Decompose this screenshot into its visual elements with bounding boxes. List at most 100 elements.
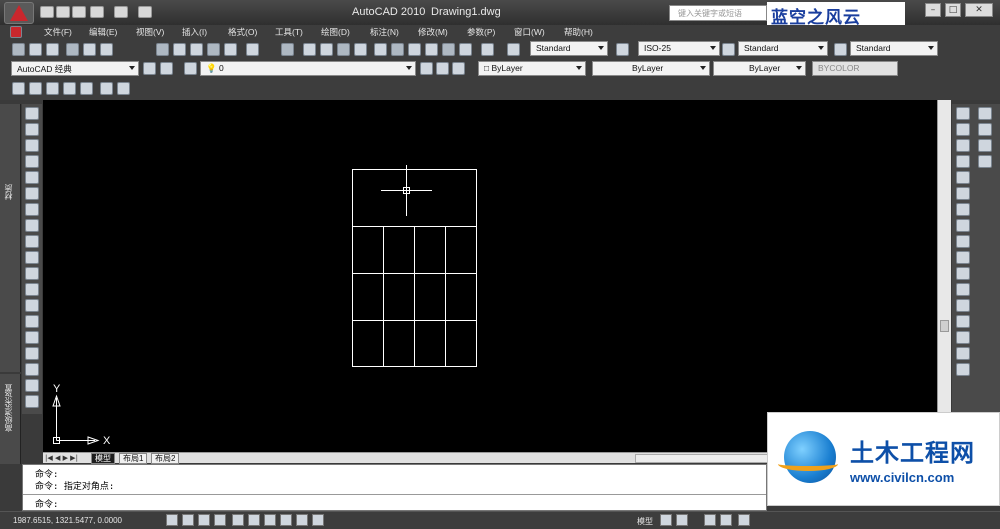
zoom-icon[interactable] xyxy=(720,514,732,526)
help-icon[interactable] xyxy=(481,43,494,56)
arc-icon[interactable] xyxy=(25,187,39,200)
block-editor-icon[interactable] xyxy=(224,43,237,56)
vertical-scrollbar[interactable] xyxy=(937,100,951,452)
workspace-lock-icon[interactable] xyxy=(160,62,173,75)
close-button[interactable]: ✕ xyxy=(965,3,993,17)
revision-cloud-icon[interactable] xyxy=(25,219,39,232)
text-style-icon[interactable] xyxy=(507,43,520,56)
zoom-window-icon[interactable] xyxy=(337,43,350,56)
undo-icon[interactable] xyxy=(90,6,104,18)
layer-state-icon[interactable] xyxy=(452,62,465,75)
menu-parametric[interactable]: 参数(P) xyxy=(467,26,495,38)
make-block-icon[interactable] xyxy=(25,299,39,312)
save-file-icon[interactable] xyxy=(72,6,86,18)
break-icon[interactable] xyxy=(956,299,970,312)
menu-insert[interactable]: 插入(I) xyxy=(182,26,207,38)
table-style-icon[interactable] xyxy=(722,43,735,56)
menu-format[interactable]: 格式(O) xyxy=(228,26,257,38)
draworder-above-icon[interactable] xyxy=(978,139,992,152)
quick-view-drawings-icon[interactable] xyxy=(676,514,688,526)
dynamic-input-icon[interactable] xyxy=(296,514,308,526)
make-current-layer-icon[interactable] xyxy=(420,62,433,75)
array-icon[interactable] xyxy=(956,171,970,184)
lineweight-select[interactable]: ByLayer xyxy=(713,61,806,76)
view-iso-icon[interactable] xyxy=(100,82,113,95)
command-prompt[interactable]: 命令: xyxy=(35,497,58,510)
dim-style-icon[interactable] xyxy=(616,43,629,56)
chamfer-icon[interactable] xyxy=(956,331,970,344)
polar-tracking-icon[interactable] xyxy=(232,514,244,526)
point-icon[interactable] xyxy=(25,315,39,328)
materials-palette-tab[interactable]: 材质 xyxy=(0,104,21,372)
view-back-icon[interactable] xyxy=(80,82,93,95)
circle-icon[interactable] xyxy=(25,203,39,216)
copy-icon[interactable] xyxy=(173,43,186,56)
color-select[interactable]: □ ByLayer xyxy=(478,61,586,76)
tab-layout2[interactable]: 布局2 xyxy=(151,453,180,464)
workspace-settings-icon[interactable] xyxy=(143,62,156,75)
properties-icon[interactable] xyxy=(374,43,387,56)
tab-layout1[interactable]: 布局1 xyxy=(119,453,148,464)
object-snap-icon[interactable] xyxy=(248,514,260,526)
region-icon[interactable] xyxy=(25,363,39,376)
draworder-back-icon[interactable] xyxy=(978,123,992,136)
design-center-icon[interactable] xyxy=(391,43,404,56)
plot-preview-icon[interactable] xyxy=(83,43,96,56)
lineweight-display-icon[interactable] xyxy=(312,514,324,526)
layer-previous-icon[interactable] xyxy=(436,62,449,75)
rectangle-icon[interactable] xyxy=(25,171,39,184)
draworder-front-icon[interactable] xyxy=(978,107,992,120)
dynamic-ucs-icon[interactable] xyxy=(280,514,292,526)
multileader-style-select[interactable]: Standard xyxy=(850,41,938,56)
line-icon[interactable] xyxy=(25,107,39,120)
new-file-icon[interactable] xyxy=(40,6,54,18)
coordinate-readout[interactable]: 1987.6515, 1321.5477, 0.0000 xyxy=(13,516,122,525)
model-space-label[interactable]: 模型 xyxy=(637,516,653,527)
join-icon[interactable] xyxy=(956,315,970,328)
redo-icon[interactable] xyxy=(114,6,128,18)
drawing-viewport[interactable]: Y X xyxy=(43,100,937,452)
qnew-icon[interactable] xyxy=(12,43,25,56)
open-file-icon[interactable] xyxy=(56,6,70,18)
break-at-point-icon[interactable] xyxy=(956,283,970,296)
minimize-button[interactable]: – xyxy=(925,3,941,17)
object-snap-tracking-icon[interactable] xyxy=(264,514,276,526)
pan-realtime-icon[interactable] xyxy=(303,43,316,56)
zoom-previous-icon[interactable] xyxy=(354,43,367,56)
rotate-icon[interactable] xyxy=(956,203,970,216)
polyline-icon[interactable] xyxy=(25,139,39,152)
plot-icon[interactable] xyxy=(66,43,79,56)
tab-nav-arrows-icon[interactable]: |◀ ◀ ▶ ▶| xyxy=(45,454,85,463)
menu-draw[interactable]: 绘图(D) xyxy=(321,26,350,38)
plot-style-select[interactable]: BYCOLOR xyxy=(812,61,898,76)
menu-modify[interactable]: 修改(M) xyxy=(418,26,448,38)
multiline-text-icon[interactable] xyxy=(25,395,39,408)
table-style-select[interactable]: Standard xyxy=(738,41,828,56)
scale-icon[interactable] xyxy=(956,219,970,232)
tab-model[interactable]: 模型 xyxy=(91,453,115,464)
construction-line-icon[interactable] xyxy=(25,123,39,136)
insert-block-icon[interactable] xyxy=(25,283,39,296)
command-window[interactable]: 命令: 命令: 指定对角点: 命令: xyxy=(22,464,767,511)
grid-display-icon[interactable] xyxy=(198,514,210,526)
plot-icon[interactable] xyxy=(138,6,152,18)
mirror-icon[interactable] xyxy=(956,139,970,152)
move-icon[interactable] xyxy=(956,187,970,200)
menu-edit[interactable]: 编辑(E) xyxy=(89,26,117,38)
application-menu-button[interactable] xyxy=(4,2,34,24)
gradient-icon[interactable] xyxy=(25,347,39,360)
ellipse-arc-icon[interactable] xyxy=(25,267,39,280)
tool-palettes-icon[interactable] xyxy=(408,43,421,56)
explode-icon[interactable] xyxy=(956,363,970,376)
linetype-select[interactable]: ByLayer xyxy=(592,61,710,76)
quick-view-layouts-icon[interactable] xyxy=(660,514,672,526)
view-iso2-icon[interactable] xyxy=(117,82,130,95)
copy-object-icon[interactable] xyxy=(956,123,970,136)
view-right-icon[interactable] xyxy=(63,82,76,95)
snap-mode-icon[interactable] xyxy=(182,514,194,526)
render-settings-palette-tab[interactable]: 高级渲染设置 xyxy=(0,374,21,464)
infer-constraints-icon[interactable] xyxy=(166,514,178,526)
markup-icon[interactable] xyxy=(442,43,455,56)
scrollbar-thumb[interactable] xyxy=(940,320,949,332)
search-input[interactable]: 键入关键字或短语 xyxy=(669,5,767,21)
